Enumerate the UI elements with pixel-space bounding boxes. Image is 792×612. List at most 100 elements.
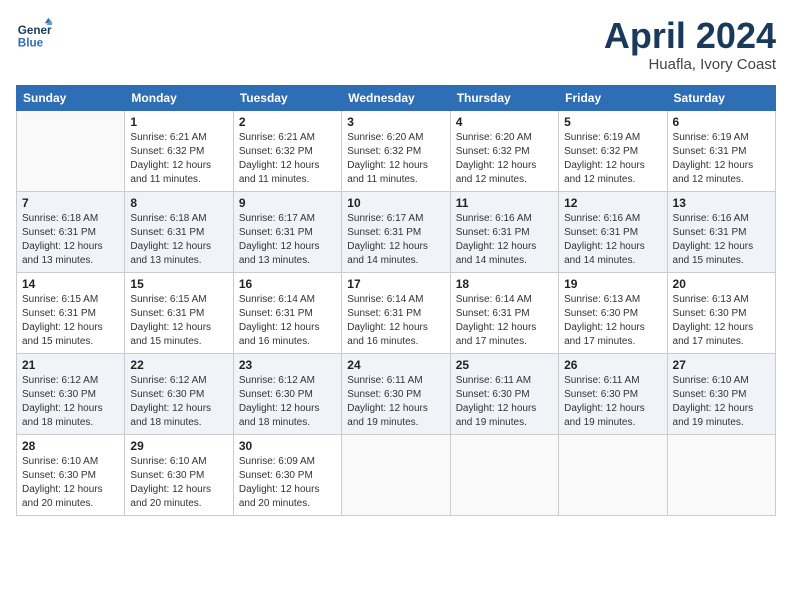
day-number: 2 [239, 115, 336, 129]
day-detail: Sunrise: 6:21 AM Sunset: 6:32 PM Dayligh… [130, 131, 227, 187]
calendar-cell: 7 Sunrise: 6:18 AM Sunset: 6:31 PM Daylig… [17, 191, 125, 272]
day-number: 24 [347, 358, 444, 372]
logo: General Blue [16, 16, 52, 52]
day-number: 17 [347, 277, 444, 291]
calendar-cell: 6Sunrise: 6:19 AM Sunset: 6:31 PM Daylig… [667, 110, 775, 191]
calendar-cell: 5 Sunrise: 6:19 AM Sunset: 6:32 PM Daylig… [559, 110, 667, 191]
svg-text:General: General [18, 24, 52, 37]
day-number: 30 [239, 439, 336, 453]
week-row-5: 28 Sunrise: 6:10 AM Sunset: 6:30 PM Dayli… [17, 434, 776, 515]
day-number: 14 [22, 277, 119, 291]
weekday-header-sunday: Sunday [17, 85, 125, 110]
day-number: 7 [22, 196, 119, 210]
day-detail: Sunrise: 6:19 AM Sunset: 6:32 PM Dayligh… [564, 131, 661, 187]
weekday-header-saturday: Saturday [667, 85, 775, 110]
title-block: April 2024 Huafla, Ivory Coast [604, 16, 776, 73]
day-detail: Sunrise: 6:10 AM Sunset: 6:30 PM Dayligh… [130, 455, 227, 511]
day-number: 5 [564, 115, 661, 129]
day-number: 9 [239, 196, 336, 210]
calendar-cell: 4 Sunrise: 6:20 AM Sunset: 6:32 PM Daylig… [450, 110, 558, 191]
calendar-cell: 18 Sunrise: 6:14 AM Sunset: 6:31 PM Dayli… [450, 272, 558, 353]
weekday-header-monday: Monday [125, 85, 233, 110]
day-number: 1 [130, 115, 227, 129]
calendar-cell [559, 434, 667, 515]
calendar-cell: 16Sunrise: 6:14 AM Sunset: 6:31 PM Dayli… [233, 272, 341, 353]
day-number: 27 [673, 358, 770, 372]
calendar-cell: 25 Sunrise: 6:11 AM Sunset: 6:30 PM Dayli… [450, 353, 558, 434]
day-detail: Sunrise: 6:13 AM Sunset: 6:30 PM Dayligh… [673, 293, 770, 349]
week-row-4: 21 Sunrise: 6:12 AM Sunset: 6:30 PM Dayli… [17, 353, 776, 434]
day-number: 8 [130, 196, 227, 210]
day-number: 18 [456, 277, 553, 291]
location: Huafla, Ivory Coast [604, 56, 776, 73]
day-number: 19 [564, 277, 661, 291]
day-detail: Sunrise: 6:09 AM Sunset: 6:30 PM Dayligh… [239, 455, 336, 511]
day-detail: Sunrise: 6:18 AM Sunset: 6:31 PM Dayligh… [130, 212, 227, 268]
day-number: 23 [239, 358, 336, 372]
day-number: 20 [673, 277, 770, 291]
day-number: 16 [239, 277, 336, 291]
calendar-cell: 17 Sunrise: 6:14 AM Sunset: 6:31 PM Dayli… [342, 272, 450, 353]
calendar-cell: 14Sunrise: 6:15 AM Sunset: 6:31 PM Dayli… [17, 272, 125, 353]
calendar-cell: 10Sunrise: 6:17 AM Sunset: 6:31 PM Dayli… [342, 191, 450, 272]
day-number: 25 [456, 358, 553, 372]
day-detail: Sunrise: 6:12 AM Sunset: 6:30 PM Dayligh… [22, 374, 119, 430]
calendar-cell: 22 Sunrise: 6:12 AM Sunset: 6:30 PM Dayli… [125, 353, 233, 434]
calendar-cell: 24 Sunrise: 6:11 AM Sunset: 6:30 PM Dayli… [342, 353, 450, 434]
calendar-cell: 9 Sunrise: 6:17 AM Sunset: 6:31 PM Daylig… [233, 191, 341, 272]
day-detail: Sunrise: 6:19 AM Sunset: 6:31 PM Dayligh… [673, 131, 770, 187]
calendar-cell: 15Sunrise: 6:15 AM Sunset: 6:31 PM Dayli… [125, 272, 233, 353]
weekday-header-wednesday: Wednesday [342, 85, 450, 110]
calendar-cell: 23 Sunrise: 6:12 AM Sunset: 6:30 PM Dayli… [233, 353, 341, 434]
calendar-cell: 21 Sunrise: 6:12 AM Sunset: 6:30 PM Dayli… [17, 353, 125, 434]
day-detail: Sunrise: 6:18 AM Sunset: 6:31 PM Dayligh… [22, 212, 119, 268]
week-row-1: 1 Sunrise: 6:21 AM Sunset: 6:32 PM Daylig… [17, 110, 776, 191]
day-detail: Sunrise: 6:14 AM Sunset: 6:31 PM Dayligh… [347, 293, 444, 349]
calendar-cell [450, 434, 558, 515]
day-number: 11 [456, 196, 553, 210]
svg-text:Blue: Blue [18, 37, 44, 50]
calendar-cell: 19 Sunrise: 6:13 AM Sunset: 6:30 PM Dayli… [559, 272, 667, 353]
calendar-cell: 12 Sunrise: 6:16 AM Sunset: 6:31 PM Dayli… [559, 191, 667, 272]
day-detail: Sunrise: 6:13 AM Sunset: 6:30 PM Dayligh… [564, 293, 661, 349]
weekday-header-tuesday: Tuesday [233, 85, 341, 110]
weekday-header-thursday: Thursday [450, 85, 558, 110]
day-detail: Sunrise: 6:11 AM Sunset: 6:30 PM Dayligh… [347, 374, 444, 430]
day-number: 10 [347, 196, 444, 210]
calendar-cell: 28 Sunrise: 6:10 AM Sunset: 6:30 PM Dayli… [17, 434, 125, 515]
day-detail: Sunrise: 6:14 AM Sunset: 6:31 PM Dayligh… [456, 293, 553, 349]
page-header: General Blue April 2024 Huafla, Ivory Co… [16, 16, 776, 73]
calendar-cell [17, 110, 125, 191]
day-detail: Sunrise: 6:16 AM Sunset: 6:31 PM Dayligh… [564, 212, 661, 268]
day-detail: Sunrise: 6:17 AM Sunset: 6:31 PM Dayligh… [239, 212, 336, 268]
day-detail: Sunrise: 6:10 AM Sunset: 6:30 PM Dayligh… [22, 455, 119, 511]
calendar-table: SundayMondayTuesdayWednesdayThursdayFrid… [16, 85, 776, 516]
day-number: 4 [456, 115, 553, 129]
calendar-cell: 27 Sunrise: 6:10 AM Sunset: 6:30 PM Dayli… [667, 353, 775, 434]
month-title: April 2024 [604, 16, 776, 56]
day-number: 21 [22, 358, 119, 372]
day-detail: Sunrise: 6:11 AM Sunset: 6:30 PM Dayligh… [564, 374, 661, 430]
calendar-cell: 30 Sunrise: 6:09 AM Sunset: 6:30 PM Dayli… [233, 434, 341, 515]
day-detail: Sunrise: 6:12 AM Sunset: 6:30 PM Dayligh… [239, 374, 336, 430]
day-detail: Sunrise: 6:10 AM Sunset: 6:30 PM Dayligh… [673, 374, 770, 430]
calendar-cell: 13Sunrise: 6:16 AM Sunset: 6:31 PM Dayli… [667, 191, 775, 272]
day-number: 15 [130, 277, 227, 291]
week-row-2: 7 Sunrise: 6:18 AM Sunset: 6:31 PM Daylig… [17, 191, 776, 272]
calendar-cell: 26Sunrise: 6:11 AM Sunset: 6:30 PM Dayli… [559, 353, 667, 434]
day-detail: Sunrise: 6:12 AM Sunset: 6:30 PM Dayligh… [130, 374, 227, 430]
day-detail: Sunrise: 6:16 AM Sunset: 6:31 PM Dayligh… [456, 212, 553, 268]
calendar-cell: 8 Sunrise: 6:18 AM Sunset: 6:31 PM Daylig… [125, 191, 233, 272]
weekday-header-friday: Friday [559, 85, 667, 110]
day-number: 13 [673, 196, 770, 210]
day-number: 28 [22, 439, 119, 453]
calendar-cell: 1 Sunrise: 6:21 AM Sunset: 6:32 PM Daylig… [125, 110, 233, 191]
day-number: 12 [564, 196, 661, 210]
calendar-cell: 2Sunrise: 6:21 AM Sunset: 6:32 PM Daylig… [233, 110, 341, 191]
calendar-cell [342, 434, 450, 515]
calendar-cell: 20 Sunrise: 6:13 AM Sunset: 6:30 PM Dayli… [667, 272, 775, 353]
calendar-cell: 29Sunrise: 6:10 AM Sunset: 6:30 PM Dayli… [125, 434, 233, 515]
day-detail: Sunrise: 6:11 AM Sunset: 6:30 PM Dayligh… [456, 374, 553, 430]
day-number: 22 [130, 358, 227, 372]
day-detail: Sunrise: 6:20 AM Sunset: 6:32 PM Dayligh… [456, 131, 553, 187]
